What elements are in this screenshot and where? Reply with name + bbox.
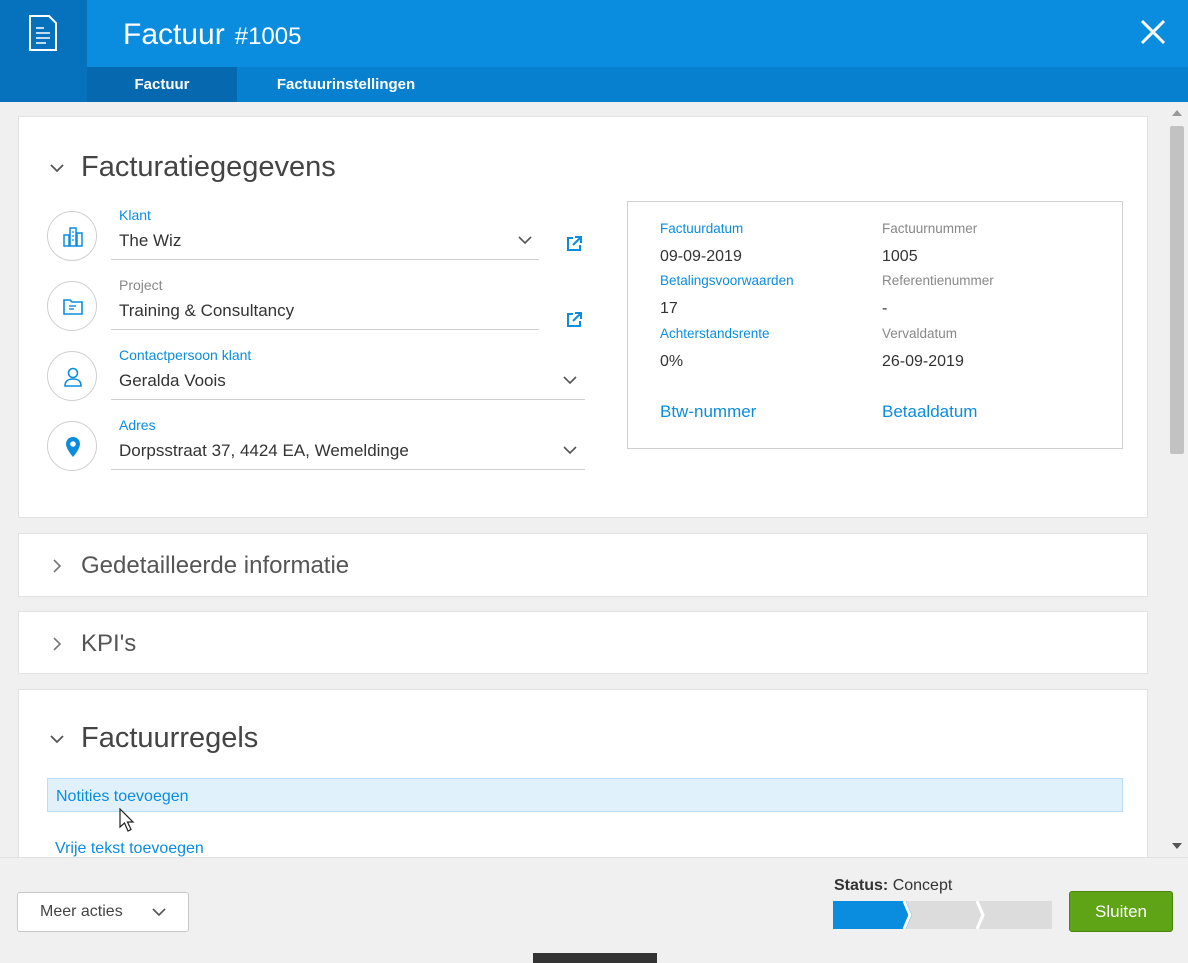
panel-title: Facturatiegegevens (81, 151, 336, 183)
status-text: Status: Concept (834, 877, 952, 895)
field-project: Project Training & Consultancy (47, 277, 587, 337)
status-step (906, 901, 985, 929)
project-value: Training & Consultancy (119, 301, 295, 320)
status-label: Status: (834, 877, 889, 894)
location-pin-icon (66, 437, 80, 457)
gedetailleerd-header[interactable]: Gedetailleerde informatie (47, 552, 349, 580)
chevron-down-icon[interactable] (47, 158, 67, 178)
btw-nummer-link[interactable]: Btw-nummer (660, 402, 756, 422)
project-label: Project (119, 277, 163, 293)
referentienummer-value: - (882, 300, 888, 317)
sluiten-button[interactable]: Sluiten (1069, 891, 1173, 932)
title-bar: Factuur #1005 (87, 0, 1188, 67)
scrollbar-thumb[interactable] (1170, 126, 1184, 454)
vrije-tekst-toevoegen-link[interactable]: Vrije tekst toevoegen (55, 840, 204, 857)
title-text: Factuur (123, 18, 225, 51)
field-adres: Adres Dorpsstraat 37, 4424 EA, Wemelding… (47, 417, 587, 477)
facturatie-panel: Facturatiegegevens Klant The Wiz Project… (18, 116, 1148, 518)
contactpersoon-label: Contactpersoon klant (119, 347, 252, 363)
notes-row[interactable]: Notities toevoegen (47, 778, 1123, 812)
invoice-info-box: Factuurdatum 09-09-2019 Factuurnummer 10… (627, 201, 1123, 449)
document-tile (0, 0, 87, 102)
adres-icon-circle (47, 421, 97, 471)
factuurregels-header[interactable]: Factuurregels (47, 722, 258, 755)
external-link-icon[interactable] (565, 311, 583, 329)
facturatie-header[interactable]: Facturatiegegevens (47, 151, 336, 184)
vertical-scrollbar[interactable] (1166, 102, 1188, 857)
document-icon (29, 15, 57, 51)
kpis-panel[interactable]: KPI's (18, 611, 1148, 674)
betalingsvoorwaarden-label: Betalingsvoorwaarden (660, 273, 794, 288)
tab-factuurinstellingen[interactable]: Factuurinstellingen (237, 67, 455, 102)
betaaldatum-link[interactable]: Betaaldatum (882, 402, 977, 422)
meer-acties-button[interactable]: Meer acties (17, 892, 189, 932)
tab-bar: Factuur Factuurinstellingen (87, 67, 1188, 102)
field-klant: Klant The Wiz (47, 207, 587, 267)
chevron-right-icon[interactable] (47, 634, 67, 654)
status-value: Concept (892, 877, 953, 894)
person-icon (64, 367, 82, 387)
klant-underline (111, 259, 539, 260)
contactpersoon-value[interactable]: Geralda Voois (119, 371, 226, 391)
mouse-pointer-icon (119, 808, 135, 832)
chevron-down-icon[interactable] (562, 445, 578, 455)
panel-title: Factuurregels (81, 722, 259, 754)
chevron-down-icon[interactable] (47, 729, 67, 749)
project-icon-circle (47, 281, 97, 331)
vervaldatum-label: Vervaldatum (882, 326, 958, 341)
betalingsvoorwaarden-value[interactable]: 17 (660, 300, 678, 318)
klant-value[interactable]: The Wiz (119, 231, 181, 251)
kpis-header[interactable]: KPI's (47, 630, 136, 658)
panel-title: Gedetailleerde informatie (81, 552, 350, 579)
footer-bar: Meer acties Status: Concept Sluiten (0, 857, 1188, 963)
field-contactpersoon: Contactpersoon klant Geralda Voois (47, 347, 587, 407)
factuurnummer-label: Factuurnummer (882, 221, 978, 236)
notities-toevoegen-link[interactable]: Notities toevoegen (56, 788, 189, 806)
building-icon (63, 227, 83, 247)
chevron-right-icon[interactable] (47, 556, 67, 576)
window-header: Factuur #1005 Factuur Factuurinstellingen (0, 0, 1188, 102)
chevron-down-icon (152, 908, 166, 917)
meer-acties-label: Meer acties (40, 903, 123, 920)
close-icon[interactable] (1138, 17, 1168, 47)
page-title: Factuur #1005 (123, 18, 301, 52)
scroll-down-arrow-icon[interactable] (1172, 843, 1182, 849)
referentienummer-label: Referentienummer (882, 273, 994, 288)
scroll-up-arrow-icon[interactable] (1172, 110, 1182, 116)
adres-underline (111, 469, 585, 470)
panel-title: KPI's (81, 630, 137, 657)
status-step (833, 901, 912, 929)
factuurdatum-label: Factuurdatum (660, 221, 744, 236)
folder-icon (63, 299, 83, 315)
bottom-handle (533, 953, 657, 963)
external-link-icon[interactable] (565, 235, 583, 253)
status-progress-bar (833, 901, 1052, 929)
klant-icon-circle (47, 211, 97, 261)
adres-label: Adres (119, 417, 156, 433)
tab-factuur[interactable]: Factuur (87, 67, 237, 102)
status-step (979, 901, 1052, 929)
chevron-down-icon[interactable] (517, 235, 533, 245)
invoice-number: #1005 (234, 23, 302, 50)
factuurdatum-value[interactable]: 09-09-2019 (660, 248, 742, 266)
factuurnummer-value: 1005 (882, 248, 918, 265)
contactpersoon-underline (111, 399, 585, 400)
chevron-down-icon[interactable] (562, 375, 578, 385)
achterstandsrente-label: Achterstandsrente (660, 326, 770, 341)
content-area[interactable]: Facturatiegegevens Klant The Wiz Project… (0, 102, 1166, 857)
adres-value[interactable]: Dorpsstraat 37, 4424 EA, Wemeldinge (119, 441, 409, 461)
contact-icon-circle (47, 351, 97, 401)
klant-label: Klant (119, 207, 151, 223)
project-underline (111, 329, 539, 330)
factuurregels-panel: Factuurregels Notities toevoegen Vrije t… (18, 689, 1148, 857)
achterstandsrente-value[interactable]: 0% (660, 353, 683, 371)
vervaldatum-value: 26-09-2019 (882, 353, 964, 370)
gedetailleerd-panel[interactable]: Gedetailleerde informatie (18, 533, 1148, 597)
